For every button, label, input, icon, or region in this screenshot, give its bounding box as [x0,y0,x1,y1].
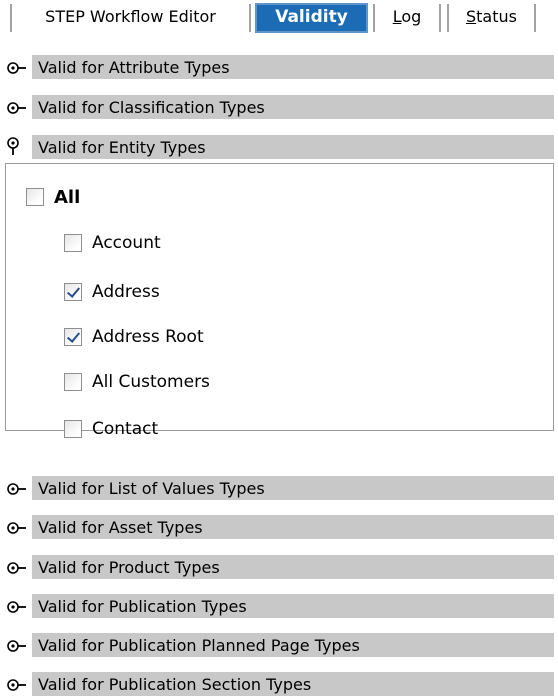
expand-arrow-icon[interactable] [6,100,32,116]
all-customers-checkbox[interactable] [64,373,82,391]
section-publication-planned-page-types[interactable]: Valid for Publication Planned Page Types [0,629,558,659]
section-label: Valid for List of Values Types [38,479,265,498]
expand-arrow-icon[interactable] [6,638,32,654]
checkbox-label: All [54,186,81,208]
checkbox-row-all[interactable]: All [26,184,80,210]
collapse-pin-icon[interactable] [6,137,32,157]
checkbox-label: Account [92,233,161,253]
checkbox-label: All Customers [92,372,210,392]
account-checkbox[interactable] [64,234,82,252]
section-label: Valid for Publication Section Types [38,675,312,694]
checkbox-row-account[interactable]: Account [64,230,161,256]
section-entity-types[interactable]: Valid for Entity Types [0,131,558,161]
tab-log[interactable]: Log [373,4,441,32]
checkbox-row-contact[interactable]: Contact [64,416,158,442]
checkbox-row-all-customers[interactable]: All Customers [64,369,210,395]
section-publication-types[interactable]: Valid for Publication Types [0,590,558,620]
tab-bar: STEP Workflow Editor Validity Log Status [0,0,558,38]
checkbox-label: Address Root [92,327,204,347]
entity-types-panel: All Account Address Address Root All Cus… [5,163,554,439]
address-root-checkbox[interactable] [64,328,82,346]
tab-label: STEP Workflow Editor [45,7,216,26]
tab-label-rest: tatus [476,7,517,26]
section-label: Valid for Asset Types [38,518,203,537]
section-label: Valid for Entity Types [38,138,206,157]
expand-arrow-icon[interactable] [6,599,32,615]
tab-label-rest: og [401,7,422,26]
section-classification-types[interactable]: Valid for Classification Types [0,91,558,121]
section-asset-types[interactable]: Valid for Asset Types [0,511,558,541]
all-checkbox[interactable] [26,188,44,206]
section-list-of-values-types[interactable]: Valid for List of Values Types [0,472,558,502]
address-checkbox[interactable] [64,283,82,301]
section-attribute-types[interactable]: Valid for Attribute Types [0,51,558,81]
expand-arrow-icon[interactable] [6,520,32,536]
section-label: Valid for Publication Types [38,597,247,616]
section-label: Valid for Publication Planned Page Types [38,636,360,655]
section-label: Valid for Product Types [38,558,220,577]
contact-checkbox[interactable] [64,420,82,438]
expand-arrow-icon[interactable] [6,60,32,76]
tab-step-workflow-editor[interactable]: STEP Workflow Editor [10,4,251,32]
checkbox-label: Address [92,282,160,302]
section-publication-section-types[interactable]: Valid for Publication Section Types [0,668,558,698]
expand-arrow-icon[interactable] [6,481,32,497]
section-label: Valid for Attribute Types [38,58,230,77]
tab-status[interactable]: Status [447,4,536,32]
expand-arrow-icon[interactable] [6,560,32,576]
section-label: Valid for Classification Types [38,98,265,117]
checkbox-row-address[interactable]: Address [64,279,160,305]
tab-label: Validity [275,7,348,27]
expand-arrow-icon[interactable] [6,677,32,693]
checkbox-label: Contact [92,419,159,439]
tab-mnemonic: S [466,7,477,26]
section-product-types[interactable]: Valid for Product Types [0,551,558,581]
checkbox-row-address-root[interactable]: Address Root [64,324,204,350]
tab-validity[interactable]: Validity [255,3,368,33]
